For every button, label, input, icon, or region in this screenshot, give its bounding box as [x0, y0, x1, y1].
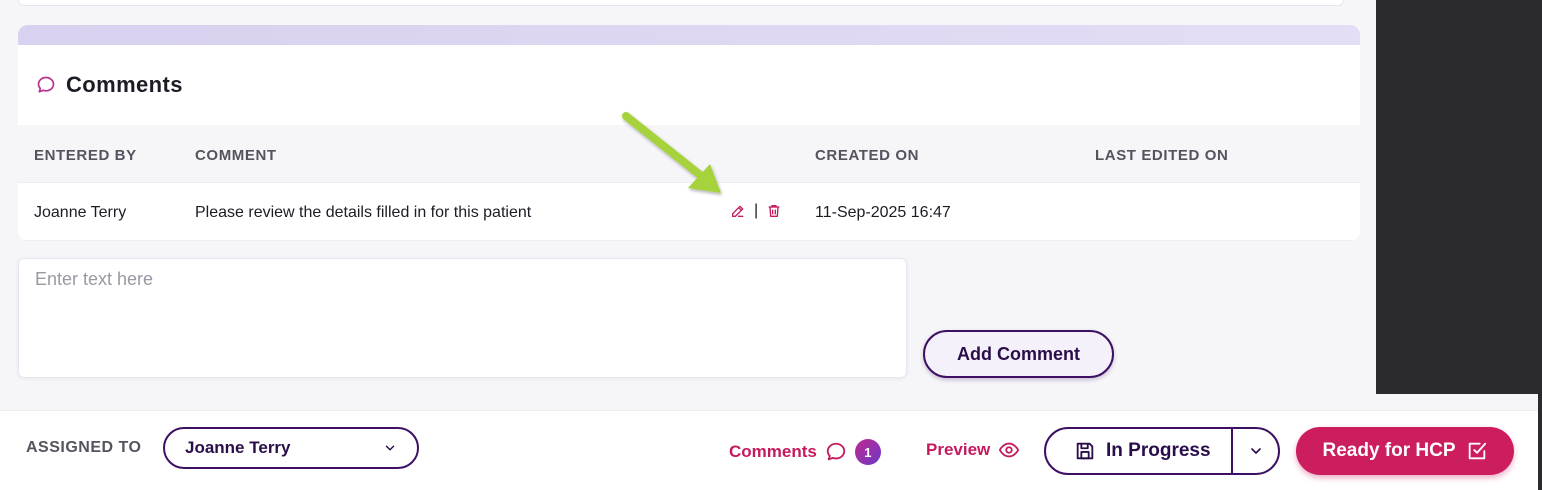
assignee-value: Joanne Terry — [185, 438, 291, 457]
save-status-button[interactable]: In Progress — [1046, 429, 1233, 473]
comment-input[interactable] — [18, 258, 907, 378]
save-icon — [1076, 442, 1094, 460]
comments-count-badge: 1 — [854, 439, 881, 465]
entered-by-cell: Joanne Terry — [34, 204, 127, 221]
status-dropdown-toggle[interactable] — [1233, 443, 1278, 459]
annotation-arrow-icon — [622, 112, 721, 193]
chevron-down-icon — [385, 445, 395, 451]
comments-link[interactable]: Comments 1 — [729, 439, 881, 465]
created-on-cell: 11-Sep-2025 16:47 — [815, 204, 951, 221]
comment-cell: Please review the details filled in for … — [195, 204, 532, 221]
status-split-button: In Progress — [1044, 427, 1280, 475]
column-comment: COMMENT — [195, 147, 277, 164]
ready-button-label: Ready for HCP — [1322, 440, 1456, 461]
footer-bar: ASSIGNED TO Joanne Terry Comments 1 Prev… — [0, 410, 1538, 490]
preview-link[interactable]: Preview — [926, 439, 1020, 461]
assigned-to-label: ASSIGNED TO — [26, 439, 142, 456]
ready-for-hcp-button[interactable]: Ready for HCP — [1296, 427, 1514, 475]
card-header-band — [18, 25, 1360, 45]
add-comment-button[interactable]: Add Comment — [923, 330, 1114, 378]
column-created-on: CREATED ON — [815, 147, 920, 164]
preview-link-label: Preview — [926, 440, 991, 459]
eye-icon — [999, 442, 1020, 458]
column-entered-by: ENTERED BY — [34, 147, 137, 164]
window-edge — [1538, 0, 1542, 490]
comments-link-label: Comments — [729, 442, 817, 461]
comment-bubble-icon — [826, 442, 846, 461]
assignee-dropdown[interactable]: Joanne Terry — [163, 427, 419, 469]
action-separator: | — [754, 202, 759, 219]
trash-icon[interactable] — [766, 203, 782, 219]
status-label: In Progress — [1106, 440, 1211, 461]
comment-bubble-icon — [37, 76, 55, 93]
column-last-edited-on: LAST EDITED ON — [1095, 147, 1229, 164]
background-overlay — [1376, 0, 1538, 394]
comments-title: Comments — [66, 72, 183, 97]
previous-section-card — [18, 0, 1344, 6]
checkbox-check-icon — [1468, 442, 1486, 460]
chevron-down-icon — [1250, 448, 1261, 454]
